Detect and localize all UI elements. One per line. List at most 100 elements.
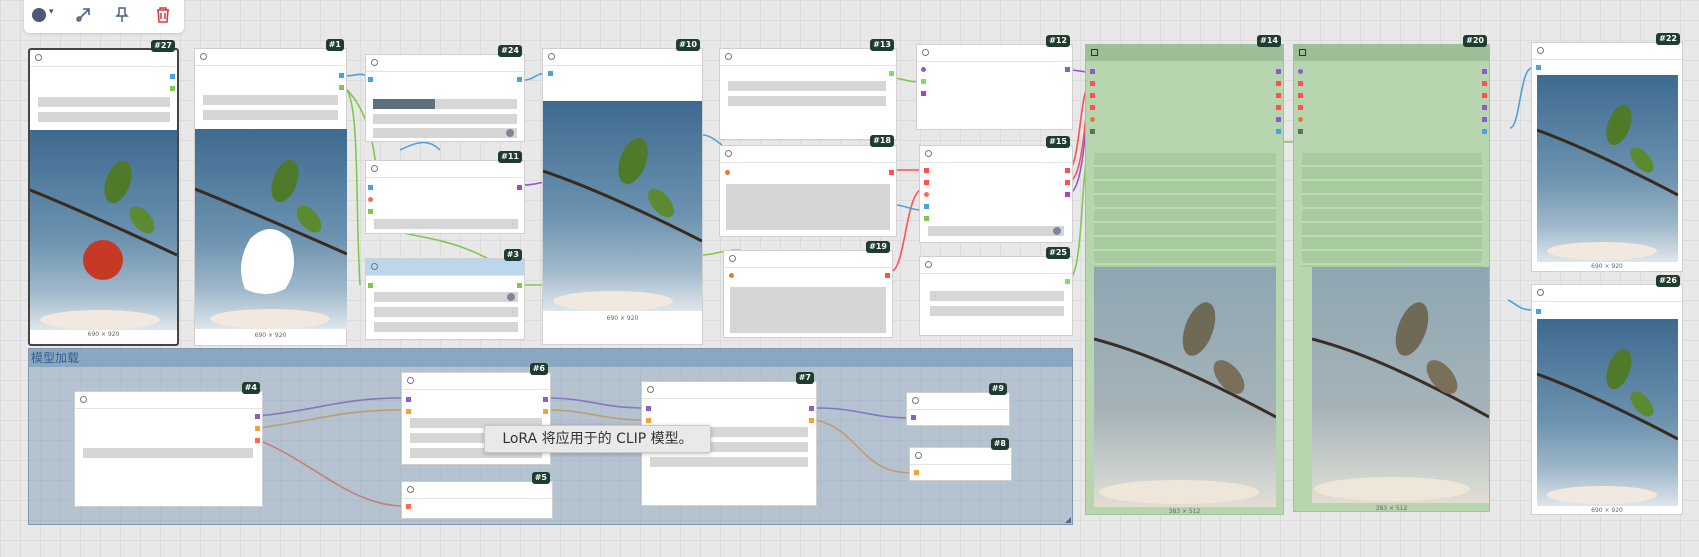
widget-field[interactable] — [373, 114, 517, 124]
input-port[interactable] — [911, 415, 916, 420]
input-port[interactable] — [406, 397, 411, 402]
color-circle-icon[interactable] — [32, 8, 46, 22]
widget-field[interactable] — [374, 292, 518, 302]
model-sampling-node[interactable]: #12 — [916, 35, 1073, 130]
input-port[interactable] — [924, 180, 929, 185]
input-port[interactable] — [1298, 129, 1303, 134]
mask-node[interactable]: #11 — [365, 151, 525, 234]
input-port[interactable] — [725, 170, 730, 175]
input-port[interactable] — [368, 185, 373, 190]
resize-handle-icon[interactable] — [1065, 517, 1071, 523]
widget-field[interactable] — [373, 128, 517, 138]
inpaint-model-node[interactable]: #18 — [719, 135, 897, 237]
widget-field[interactable] — [38, 97, 170, 107]
input-port[interactable] — [548, 71, 553, 76]
input-port[interactable] — [924, 192, 929, 197]
output-port[interactable] — [517, 185, 522, 190]
input-port[interactable] — [921, 79, 926, 84]
output-port[interactable] — [889, 170, 894, 175]
input-port[interactable] — [1536, 309, 1541, 314]
output-port[interactable] — [1276, 93, 1281, 98]
bypass-icon[interactable] — [74, 6, 92, 24]
output-port[interactable] — [889, 71, 894, 76]
output-port[interactable] — [1482, 69, 1487, 74]
pin-icon[interactable] — [113, 6, 131, 24]
load-image-node[interactable]: #27 690 × 920 — [28, 40, 179, 346]
widget-field[interactable] — [374, 322, 518, 332]
collapse-toggle-icon[interactable] — [1299, 49, 1306, 56]
output-port[interactable] — [339, 73, 344, 78]
output-port[interactable] — [1276, 105, 1281, 110]
output-port[interactable] — [809, 418, 814, 423]
output-port[interactable] — [1482, 105, 1487, 110]
save-image-node[interactable]: #26 690 × 920 — [1531, 275, 1683, 515]
input-port[interactable] — [729, 273, 734, 278]
output-port[interactable] — [1065, 168, 1070, 173]
output-port[interactable] — [255, 438, 260, 443]
conditioning-node[interactable]: #13 — [719, 39, 897, 140]
widget-list[interactable] — [1094, 153, 1276, 267]
output-port[interactable] — [1482, 129, 1487, 134]
ksampler-node[interactable]: #20 383 × 512 — [1293, 35, 1490, 512]
widget-field[interactable] — [374, 307, 518, 317]
checkpoint-loader-node[interactable]: #4 — [74, 382, 263, 507]
widget-field[interactable] — [728, 81, 886, 91]
input-port[interactable] — [1536, 65, 1541, 70]
image-scale-node[interactable]: #24 — [365, 45, 525, 142]
chevron-down-icon[interactable]: ▾ — [49, 7, 54, 17]
input-port[interactable] — [924, 168, 929, 173]
widget-field[interactable] — [930, 306, 1064, 316]
input-port[interactable] — [1298, 69, 1303, 74]
value-slider[interactable] — [373, 99, 517, 109]
clip-output-node[interactable]: #8 — [909, 438, 1012, 481]
input-port[interactable] — [368, 77, 373, 82]
input-port[interactable] — [646, 418, 651, 423]
widget-field[interactable] — [728, 96, 886, 106]
input-port[interactable] — [368, 283, 373, 288]
input-port[interactable] — [924, 204, 929, 209]
model-output-node[interactable]: #9 — [906, 383, 1010, 426]
widget-field[interactable] — [374, 219, 518, 229]
input-port[interactable] — [921, 91, 926, 96]
input-port[interactable] — [1090, 117, 1095, 122]
grow-mask-node[interactable]: #3 — [365, 249, 525, 340]
output-port[interactable] — [1482, 81, 1487, 86]
widget-field[interactable] — [726, 184, 890, 230]
output-port[interactable] — [1276, 81, 1281, 86]
collapse-toggle-icon[interactable] — [1091, 49, 1098, 56]
toggle-knob[interactable] — [506, 129, 514, 137]
widget-field[interactable] — [730, 287, 886, 333]
output-port[interactable] — [885, 273, 890, 278]
widget-list[interactable] — [1302, 153, 1482, 267]
output-port[interactable] — [255, 426, 260, 431]
input-port[interactable] — [1090, 129, 1095, 134]
output-port[interactable] — [1065, 192, 1070, 197]
input-port[interactable] — [1298, 105, 1303, 110]
inpaint-conditioning-node[interactable]: #15 — [919, 136, 1073, 243]
toggle-knob[interactable] — [1053, 227, 1061, 235]
input-port[interactable] — [1298, 117, 1303, 122]
input-port[interactable] — [924, 216, 929, 221]
output-port[interactable] — [517, 77, 522, 82]
output-port[interactable] — [170, 86, 175, 91]
input-port[interactable] — [1298, 93, 1303, 98]
input-port[interactable] — [368, 209, 373, 214]
output-port[interactable] — [406, 504, 411, 509]
output-port[interactable] — [255, 414, 260, 419]
save-image-node[interactable]: #22 690 × 920 — [1531, 33, 1683, 272]
input-port[interactable] — [646, 406, 651, 411]
input-port[interactable] — [1090, 69, 1095, 74]
widget-field[interactable] — [203, 95, 338, 105]
output-port[interactable] — [1276, 69, 1281, 74]
input-port[interactable] — [1090, 81, 1095, 86]
input-port[interactable] — [1298, 81, 1303, 86]
ksampler-node[interactable]: #14 383 × 512 — [1085, 35, 1284, 515]
output-port[interactable] — [809, 406, 814, 411]
load-image-mask-node[interactable]: #1 690 × 920 — [194, 39, 347, 346]
prompt-node[interactable]: #19 — [723, 241, 893, 338]
input-port[interactable] — [1090, 93, 1095, 98]
output-port[interactable] — [1276, 129, 1281, 134]
empty-latent-node[interactable]: #25 — [919, 247, 1073, 336]
input-port[interactable] — [914, 470, 919, 475]
widget-field[interactable] — [83, 448, 253, 458]
